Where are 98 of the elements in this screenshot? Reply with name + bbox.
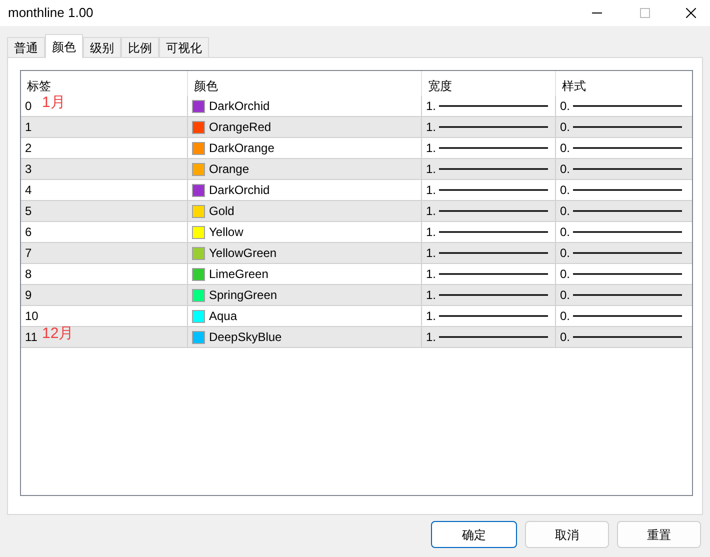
dialog-button[interactable]: 取消 bbox=[525, 521, 609, 548]
tab[interactable]: 级别 bbox=[83, 37, 121, 57]
table-cell-text: 0. bbox=[560, 224, 570, 241]
color-swatch[interactable] bbox=[192, 246, 205, 260]
line-sample-icon bbox=[573, 147, 682, 149]
table-cell-text: 1 bbox=[25, 119, 32, 136]
table-cell-text: Yellow bbox=[209, 224, 244, 241]
line-sample-icon bbox=[439, 189, 548, 191]
table-cell-text: 1. bbox=[426, 287, 436, 304]
table-cell-text: Aqua bbox=[209, 308, 238, 325]
table-cell-text: 7 bbox=[25, 245, 32, 262]
color-swatch[interactable] bbox=[192, 142, 205, 154]
table-cell-text: 1. bbox=[426, 203, 436, 220]
table-cell-text: 0. bbox=[560, 182, 570, 199]
maximize-icon[interactable] bbox=[640, 8, 650, 18]
table-cell-text: 2 bbox=[25, 140, 32, 157]
table-cell-text: 9 bbox=[25, 287, 32, 304]
color-swatch[interactable] bbox=[192, 100, 205, 112]
line-sample-icon bbox=[439, 147, 548, 149]
table-cell-text: 1. bbox=[426, 140, 436, 157]
line-sample-icon bbox=[439, 252, 548, 254]
table-cell-text: 0. bbox=[560, 161, 570, 178]
table-cell-text: 1. bbox=[426, 329, 436, 346]
color-swatch[interactable] bbox=[192, 268, 205, 280]
line-sample-icon bbox=[573, 273, 682, 275]
table-cell-text: 0 bbox=[25, 98, 32, 115]
table-cell-text: 0. bbox=[560, 203, 570, 220]
dialog-button[interactable]: 重置 bbox=[617, 521, 701, 548]
column-header[interactable]: 样式 bbox=[556, 71, 692, 96]
line-sample-icon bbox=[439, 210, 548, 212]
color-swatch[interactable] bbox=[192, 184, 205, 196]
table-cell-text: 8 bbox=[25, 266, 32, 283]
line-sample-icon bbox=[573, 231, 682, 233]
table-cell-text: 5 bbox=[25, 203, 32, 220]
table-cell-text: 1. bbox=[426, 98, 436, 115]
tab[interactable]: 颜色 bbox=[45, 34, 83, 58]
color-swatch[interactable] bbox=[192, 162, 205, 176]
tab[interactable]: 普通 bbox=[7, 37, 45, 57]
table-cell-text: 0. bbox=[560, 119, 570, 136]
table-cell-text: 6 bbox=[25, 224, 32, 241]
line-sample-icon bbox=[439, 315, 548, 317]
dialog-button[interactable]: 确定 bbox=[431, 521, 517, 548]
color-swatch[interactable] bbox=[192, 120, 205, 134]
table-cell-text: 1. bbox=[426, 182, 436, 199]
line-sample-icon bbox=[439, 294, 548, 296]
line-sample-icon bbox=[573, 105, 682, 107]
line-sample-icon bbox=[573, 168, 682, 170]
table-cell-text: 0. bbox=[560, 329, 570, 346]
table-cell-text: 1. bbox=[426, 308, 436, 325]
color-swatch[interactable] bbox=[192, 310, 205, 322]
window-title: monthline 1.00 bbox=[8, 4, 94, 22]
table-cell-text: 0. bbox=[560, 245, 570, 262]
line-sample-icon bbox=[573, 315, 682, 317]
line-sample-icon bbox=[573, 210, 682, 212]
line-sample-icon bbox=[439, 105, 548, 107]
tab[interactable]: 比例 bbox=[121, 37, 159, 57]
table-cell-text: 0. bbox=[560, 308, 570, 325]
table-cell-text: SpringGreen bbox=[209, 287, 278, 304]
table-cell-text: 0. bbox=[560, 140, 570, 157]
table-cell-text: 3 bbox=[25, 161, 32, 178]
table-cell-text: 0. bbox=[560, 287, 570, 304]
table-cell-text: 1. bbox=[426, 245, 436, 262]
line-sample-icon bbox=[573, 252, 682, 254]
color-swatch[interactable] bbox=[192, 288, 205, 302]
table-cell-text: Orange bbox=[209, 161, 250, 178]
line-sample-icon bbox=[573, 294, 682, 296]
color-swatch[interactable] bbox=[192, 330, 205, 344]
table-cell-text: DarkOrchid bbox=[209, 98, 270, 115]
annotation-text: 12月 bbox=[42, 324, 74, 344]
tab[interactable]: 可视化 bbox=[159, 37, 209, 57]
annotation-text: 1月 bbox=[42, 93, 66, 113]
table-cell-text: Gold bbox=[209, 203, 234, 220]
line-sample-icon bbox=[573, 189, 682, 191]
line-sample-icon bbox=[439, 273, 548, 275]
close-icon[interactable] bbox=[686, 8, 696, 18]
table-cell-text: DarkOrchid bbox=[209, 182, 270, 199]
table-cell-text: LimeGreen bbox=[209, 266, 268, 283]
table-cell-text: 0. bbox=[560, 98, 570, 115]
line-sample-icon bbox=[439, 231, 548, 233]
line-sample-icon bbox=[439, 168, 548, 170]
table-cell-text: 1. bbox=[426, 224, 436, 241]
table-cell-text: 1. bbox=[426, 161, 436, 178]
line-sample-icon bbox=[439, 126, 548, 128]
color-swatch[interactable] bbox=[192, 226, 205, 238]
table-cell-text: YellowGreen bbox=[209, 245, 277, 262]
table-cell-text: DeepSkyBlue bbox=[209, 329, 282, 346]
line-sample-icon bbox=[573, 126, 682, 128]
table-cell-text: 1. bbox=[426, 119, 436, 136]
color-swatch[interactable] bbox=[192, 204, 205, 218]
table-cell-text: OrangeRed bbox=[209, 119, 272, 136]
table-cell-text: 10 bbox=[25, 308, 38, 325]
line-sample-icon bbox=[439, 336, 548, 338]
table-cell-text: 11 bbox=[25, 329, 38, 346]
table-cell-text: 4 bbox=[25, 182, 32, 199]
table-cell-text: 1. bbox=[426, 266, 436, 283]
line-sample-icon bbox=[573, 336, 682, 338]
table-cell-text: 0. bbox=[560, 266, 570, 283]
table-cell-text: DarkOrange bbox=[209, 140, 274, 157]
